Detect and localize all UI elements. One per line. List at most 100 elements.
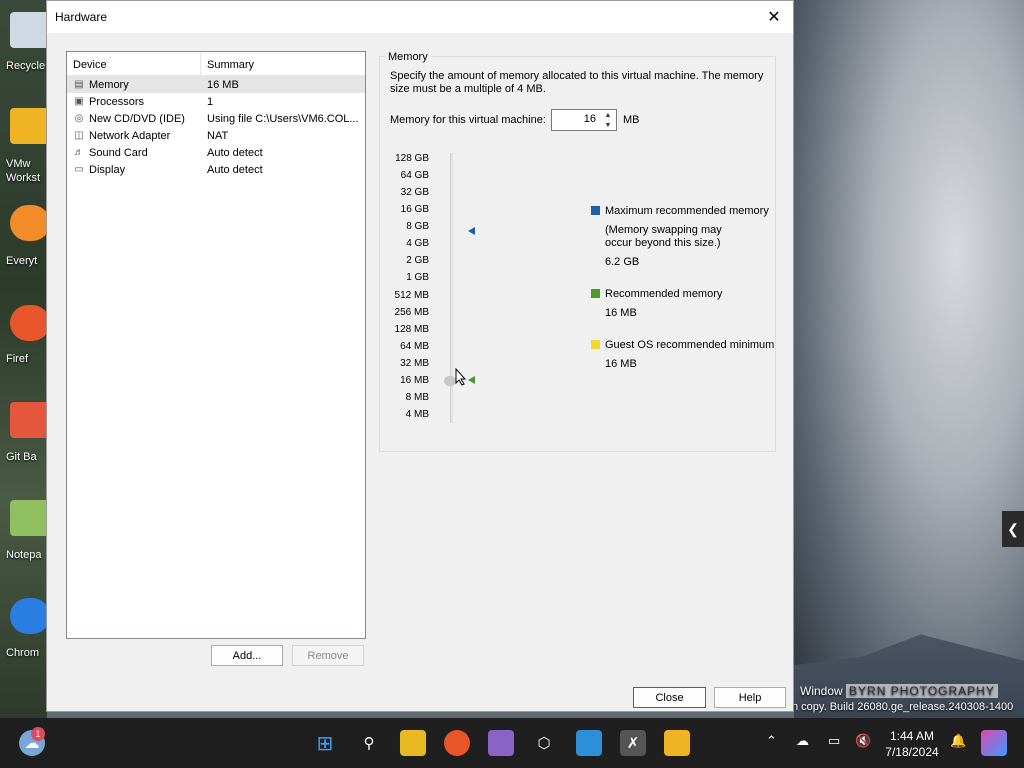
- device-name: Display: [89, 163, 126, 176]
- git-bash-icon[interactable]: [10, 402, 50, 438]
- memory-field-label: Memory for this virtual machine:: [390, 114, 546, 126]
- tool-taskbar-icon[interactable]: ✗: [620, 730, 646, 756]
- device-list-header: Device Summary: [67, 52, 365, 76]
- rec-legend-value: 16 MB: [605, 307, 637, 319]
- chevron-up-icon[interactable]: ⌃: [766, 733, 777, 749]
- desktop-label-firefox: Firef: [6, 353, 28, 365]
- max-legend-value: 6.2 GB: [605, 256, 640, 268]
- rec-legend-title: Recommended memory: [605, 288, 723, 300]
- close-button[interactable]: Close: [633, 687, 706, 708]
- recycle-bin-icon[interactable]: [10, 12, 50, 48]
- mouse-cursor-icon: [455, 368, 467, 386]
- scale-label: 4 GB: [406, 238, 429, 249]
- max-legend-square: [591, 206, 600, 215]
- cd-dvd-icon: ◎: [74, 113, 84, 124]
- notepad-plus-icon[interactable]: [10, 500, 50, 536]
- device-row-memory[interactable]: ▤ Memory 16 MB: [67, 76, 365, 93]
- device-list[interactable]: Device Summary ▤ Memory 16 MB ▣ Processors…: [66, 51, 366, 639]
- chevron-up-icon[interactable]: ▲: [601, 111, 615, 120]
- memory-input[interactable]: 16: [584, 113, 596, 125]
- remove-button[interactable]: Remove: [292, 645, 364, 666]
- scale-label: 128 GB: [395, 153, 429, 164]
- device-summary: Using file C:\Users\VM6.COL...: [207, 112, 359, 125]
- clock-date: 7/18/2024: [885, 745, 939, 759]
- close-icon[interactable]: ✕: [763, 6, 785, 28]
- volume-mute-icon[interactable]: 🔇: [855, 733, 871, 749]
- memory-unit: MB: [623, 114, 640, 126]
- memory-stepper[interactable]: 16 ▲ ▼: [551, 109, 617, 131]
- memory-icon: ▤: [74, 79, 84, 90]
- device-column-header[interactable]: Device: [67, 52, 201, 75]
- everything-icon[interactable]: [10, 205, 50, 241]
- device-summary: 16 MB: [207, 78, 239, 91]
- scale-label: 1 GB: [406, 272, 429, 283]
- sound-card-icon: ♬: [74, 147, 84, 158]
- desktop-label-notepad: Notepa: [6, 549, 42, 561]
- min-legend-value: 16 MB: [605, 358, 637, 370]
- activation-watermark: Window BYRN PHOTOGRAPHY: [800, 684, 1024, 698]
- app-taskbar-icon[interactable]: [488, 730, 514, 756]
- scale-label: 128 MB: [394, 324, 429, 335]
- add-button[interactable]: Add...: [211, 645, 283, 666]
- scale-label: 32 MB: [400, 358, 429, 369]
- scale-label: 64 MB: [400, 341, 429, 352]
- chrome-icon[interactable]: [10, 598, 50, 634]
- scale-label: 16 GB: [400, 204, 429, 215]
- processor-icon: ▣: [74, 96, 84, 107]
- chevron-left-icon[interactable]: ❮: [1002, 511, 1024, 547]
- device-row-sound-card[interactable]: ♬ Sound Card Auto detect: [67, 144, 365, 161]
- device-name: Sound Card: [89, 146, 148, 159]
- search-icon[interactable]: ⚲: [356, 730, 382, 756]
- max-legend-title: Maximum recommended memory: [605, 205, 769, 217]
- build-watermark: n copy. Build 26080.ge_release.240308-14…: [792, 701, 1014, 713]
- rec-legend-square: [591, 289, 600, 298]
- vmware-taskbar-icon[interactable]: [664, 730, 690, 756]
- scale-label: 4 MB: [405, 409, 429, 420]
- network-icon[interactable]: ▭: [828, 733, 840, 749]
- display-icon: ▭: [74, 164, 84, 175]
- device-name: Network Adapter: [89, 129, 171, 142]
- vmware-icon[interactable]: [10, 108, 50, 144]
- windows-start-icon[interactable]: ⊞: [312, 730, 338, 756]
- device-row-network-adapter[interactable]: ◫ Network Adapter NAT: [67, 127, 365, 144]
- min-legend-title: Guest OS recommended minimum: [605, 339, 775, 351]
- weather-badge: 1: [31, 727, 45, 741]
- network-adapter-icon: ◫: [74, 130, 84, 141]
- firefox-taskbar-icon[interactable]: [444, 730, 470, 756]
- dialog-titlebar: Hardware ✕: [47, 1, 793, 33]
- device-summary: NAT: [207, 129, 229, 142]
- notification-bell-icon[interactable]: 🔔: [950, 733, 966, 749]
- device-row-display[interactable]: ▭ Display Auto detect: [67, 161, 365, 178]
- scale-label: 32 GB: [400, 187, 429, 198]
- firefox-icon[interactable]: [10, 305, 50, 341]
- virtualbox-icon[interactable]: ⬡: [531, 730, 557, 756]
- scale-label: 64 GB: [400, 170, 429, 181]
- copilot-icon[interactable]: [981, 730, 1007, 756]
- desktop-label-git-bash: Git Ba: [6, 451, 37, 463]
- desktop-label-everything: Everyt: [6, 255, 38, 267]
- desktop-label-vmware: VMw Workst: [6, 158, 41, 184]
- clock[interactable]: 1:44 AM 7/18/2024: [876, 728, 948, 760]
- photographer-watermark: BYRN PHOTOGRAPHY: [846, 684, 998, 698]
- chevron-down-icon[interactable]: ▼: [601, 121, 615, 130]
- min-legend-square: [591, 340, 600, 349]
- desktop-background-right: [794, 0, 1024, 718]
- clock-time: 1:44 AM: [889, 729, 935, 743]
- device-row-cd-dvd[interactable]: ◎ New CD/DVD (IDE) Using file C:\Users\VM…: [67, 110, 365, 127]
- max-legend-note: (Memory swapping may occur beyond this s…: [605, 224, 722, 249]
- store-icon[interactable]: [576, 730, 602, 756]
- scale-label: 8 MB: [405, 392, 429, 403]
- device-row-processors[interactable]: ▣ Processors 1: [67, 93, 365, 110]
- scale-label: 16 MB: [400, 375, 429, 386]
- scale-label: 256 MB: [394, 307, 429, 318]
- summary-column-header[interactable]: Summary: [201, 52, 254, 75]
- file-explorer-icon[interactable]: [400, 730, 426, 756]
- help-button[interactable]: Help: [714, 687, 786, 708]
- memory-group-label: Memory: [385, 51, 431, 63]
- device-name: Memory: [89, 78, 129, 91]
- cloud-offline-icon[interactable]: ☁: [796, 733, 809, 749]
- taskbar: ☁ 1 ⊞ ⚲ ⬡ ✗ ⌃ ☁ ▭ 🔇 1:44 AM 7/18/2024 🔔: [0, 718, 1024, 768]
- dialog-title: Hardware: [55, 10, 108, 24]
- device-summary: Auto detect: [207, 163, 263, 176]
- desktop-label-chrome: Chrom: [6, 647, 40, 659]
